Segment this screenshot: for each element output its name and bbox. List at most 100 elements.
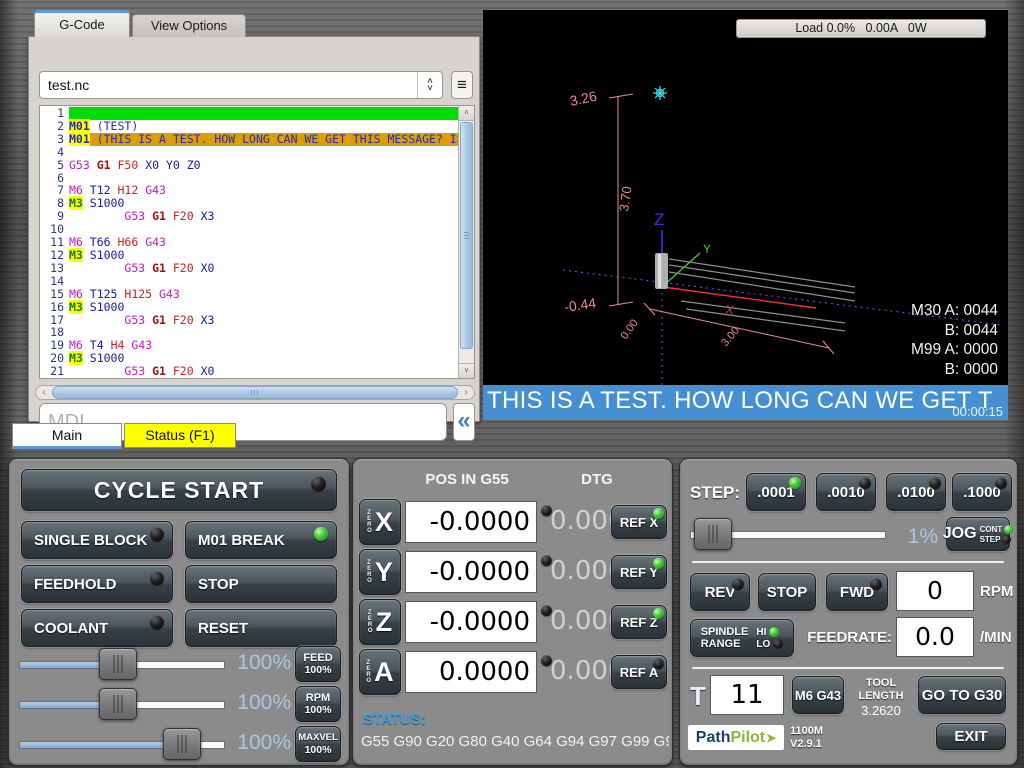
counter-line: B: 0044 xyxy=(911,321,998,341)
button-stop[interactable]: STOP xyxy=(185,565,337,603)
slider-handle[interactable] xyxy=(99,688,137,720)
ref-led xyxy=(653,608,664,619)
file-menu-button[interactable]: ≡ xyxy=(451,71,473,99)
button-label: REF Z xyxy=(620,615,658,630)
pathpilot-screen: G-Code View Options test.nc ˄˅ ≡ 12M01 (… xyxy=(0,0,1024,768)
x-dro-input[interactable]: -0.0000 xyxy=(405,501,537,543)
feed-reset-button[interactable]: FEED100% xyxy=(295,646,341,682)
scroll-down-icon[interactable]: ˅ xyxy=(459,363,474,378)
tool-number-input[interactable]: 11 xyxy=(710,675,784,715)
tab-status-label: Status (F1) xyxy=(145,427,214,443)
zero-y-button[interactable]: ZEROY xyxy=(359,549,401,595)
button-label: REF A xyxy=(620,665,659,680)
gcode-vscrollbar[interactable]: ˄ ˅ xyxy=(458,106,474,378)
button-m01-break[interactable]: M01 BREAK xyxy=(185,521,337,559)
exit-button[interactable]: EXIT xyxy=(936,723,1006,750)
tab-main[interactable]: Main xyxy=(12,423,122,449)
feed-override-slider[interactable] xyxy=(19,647,225,681)
ref-y-button[interactable]: REF Y xyxy=(611,555,667,589)
zero-vertical-label: ZERO xyxy=(367,510,372,534)
button-coolant[interactable]: COOLANT xyxy=(21,609,173,647)
tool-length-block: TOOL LENGTH 3.2620 xyxy=(850,677,912,718)
ref-led xyxy=(653,508,664,519)
z-dro-input[interactable]: -0.0000 xyxy=(405,601,537,643)
button-label: STOP xyxy=(198,576,239,593)
counter-line: B: 0000 xyxy=(911,360,998,380)
hscroll-thumb[interactable] xyxy=(52,386,458,399)
button-single-block[interactable]: SINGLE BLOCK xyxy=(21,521,173,559)
gcode-line[interactable]: 9 G53 G1 F20 X3 xyxy=(40,210,458,223)
gcode-line-number: 2 xyxy=(40,120,69,133)
tab-status[interactable]: Status (F1) xyxy=(124,423,236,448)
tab-view-options[interactable]: View Options xyxy=(132,14,246,37)
spindle-stop-button[interactable]: STOP xyxy=(758,573,816,611)
jog-speed-slider[interactable] xyxy=(690,517,886,551)
gcode-line-number: 13 xyxy=(40,262,69,275)
slider-fill xyxy=(20,662,109,668)
gcode-line[interactable]: 13 G53 G1 F20 X0 xyxy=(40,262,458,275)
jog-slider-handle[interactable] xyxy=(694,518,732,550)
zero-x-button[interactable]: ZEROX xyxy=(359,499,401,545)
gcode-token: H4 xyxy=(111,338,132,352)
rpm-override-slider[interactable] xyxy=(19,687,225,721)
button-feedhold[interactable]: FEEDHOLD xyxy=(21,565,173,603)
zero-z-button[interactable]: ZEROZ xyxy=(359,599,401,645)
rpm-input[interactable]: 0 xyxy=(896,571,974,611)
gcode-line[interactable]: 21 G53 G1 F20 X0 xyxy=(40,365,458,378)
rpm-reset-button[interactable]: RPM100% xyxy=(295,686,341,722)
step-0010-button[interactable]: .0010 xyxy=(816,473,876,511)
gcode-line[interactable]: 3M01 (THIS IS A TEST. HOW LONG CAN WE GE… xyxy=(40,133,458,146)
step-0100-button[interactable]: .0100 xyxy=(886,473,946,511)
ref-x-button[interactable]: REF X xyxy=(611,505,667,539)
gcode-token: T4 xyxy=(90,338,111,352)
gcode-line-text: M6 T12 H12 G43 xyxy=(69,184,458,197)
gcode-token: M6 xyxy=(69,287,90,301)
combo-spinner-icon[interactable]: ˄˅ xyxy=(417,72,442,98)
gcode-token: G43 xyxy=(159,287,180,301)
dro-panel: POS IN G55 DTG ZEROX-0.00000.0000REF XZE… xyxy=(352,458,673,766)
vscroll-thumb[interactable] xyxy=(460,122,473,349)
step-1000-button[interactable]: .1000 xyxy=(952,473,1012,511)
scroll-up-icon[interactable]: ˄ xyxy=(459,106,474,121)
tab-gcode[interactable]: G-Code xyxy=(34,10,130,37)
ref-a-button[interactable]: REF A xyxy=(611,655,667,689)
gcode-token: G53 xyxy=(124,209,152,223)
spindle-rev-button[interactable]: REV xyxy=(690,573,750,611)
jog-cont-step-button[interactable]: JOG CONT STEP xyxy=(946,517,1010,551)
step-0001-button[interactable]: .0001 xyxy=(746,473,806,511)
m6-g43-button[interactable]: M6 G43 xyxy=(792,676,844,714)
gcode-token: H66 xyxy=(117,235,145,249)
status-label: STATUS: xyxy=(363,711,426,728)
goto-g30-button[interactable]: GO TO G30 xyxy=(918,676,1006,714)
slider-handle[interactable] xyxy=(99,648,137,680)
gcode-line-number: 15 xyxy=(40,288,69,301)
file-selector[interactable]: test.nc ˄˅ xyxy=(39,71,443,99)
maxvel-override-slider[interactable] xyxy=(19,727,225,761)
slider-handle[interactable] xyxy=(163,728,201,760)
tool-length-value: 3.2620 xyxy=(850,703,912,718)
gcode-line[interactable]: 5G53 G1 F50 X0 Y0 Z0 xyxy=(40,159,458,172)
maxvel-reset-button[interactable]: MAXVEL100% xyxy=(295,726,341,762)
ref-z-button[interactable]: REF Z xyxy=(611,605,667,639)
mdi-expand-button[interactable]: « xyxy=(453,403,475,441)
tool-t-label: T xyxy=(690,681,706,712)
button-reset[interactable]: RESET xyxy=(185,609,337,647)
gcode-line[interactable]: 17 G53 G1 F20 X3 xyxy=(40,314,458,327)
y-dro-input[interactable]: -0.0000 xyxy=(405,551,537,593)
gcode-line-number: 1 xyxy=(40,107,69,120)
gcode-token: X3 xyxy=(201,209,215,223)
scroll-right-icon[interactable]: › xyxy=(458,386,474,399)
backplot-view[interactable]: 3.26 3.70 -0.44 0.00 3.00 Z Y X xyxy=(483,10,1008,385)
spindle-range-button[interactable]: SPINDLE RANGE HI LO xyxy=(690,619,794,657)
elapsed-time: 00:00:15 xyxy=(952,404,1003,419)
dim-z-bottom: -0.44 xyxy=(563,295,597,315)
spindle-fwd-button[interactable]: FWD xyxy=(826,573,888,611)
gcode-hscrollbar[interactable]: ‹ › xyxy=(35,385,475,400)
jog-step-label: STEP xyxy=(980,535,1001,544)
gcode-token: M3 xyxy=(69,248,83,262)
gcode-listing[interactable]: 12M01 (TEST)3M01 (THIS IS A TEST. HOW LO… xyxy=(39,105,475,379)
scroll-left-icon[interactable]: ‹ xyxy=(36,386,52,399)
cycle-start-button[interactable]: CYCLE START xyxy=(21,469,337,511)
zero-a-button[interactable]: ZEROA xyxy=(359,649,401,695)
a-dro-input[interactable]: 0.0000 xyxy=(405,651,537,693)
